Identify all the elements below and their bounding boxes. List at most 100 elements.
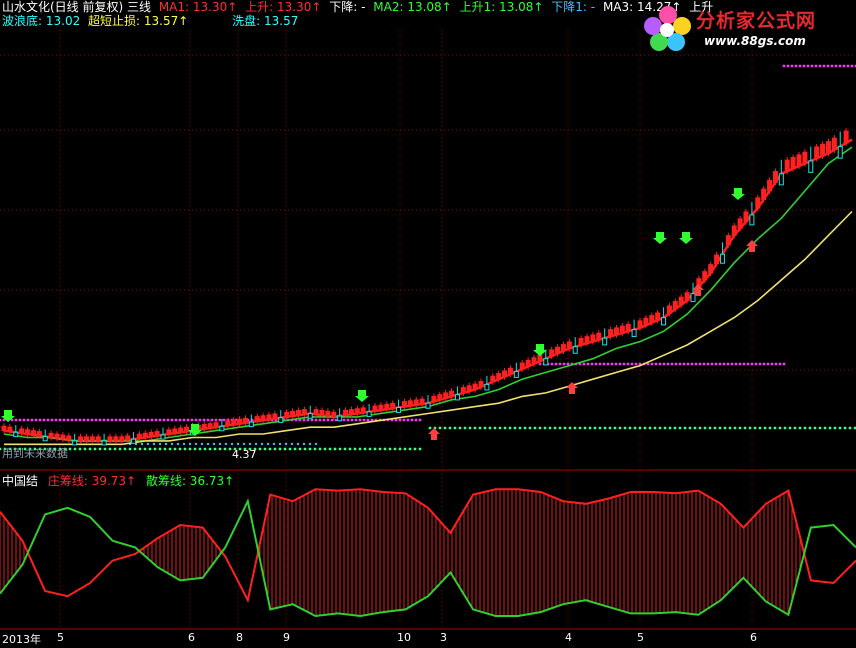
wave-dot <box>296 442 300 446</box>
support-dot <box>730 362 734 366</box>
support-dot <box>150 418 154 422</box>
washout-dot <box>373 447 377 451</box>
support-dot <box>306 418 310 422</box>
wave-dot <box>182 442 186 446</box>
support-dot <box>170 418 174 422</box>
wave-dot <box>230 442 234 446</box>
support-dot <box>86 418 90 422</box>
chart-canvas[interactable] <box>0 0 856 648</box>
support-dot <box>90 418 94 422</box>
support-dot <box>610 362 614 366</box>
candle-body <box>549 349 555 357</box>
support-dot <box>166 418 170 422</box>
candle-body <box>166 429 172 435</box>
support-dot <box>754 362 758 366</box>
washout-dot <box>548 426 552 430</box>
wave-dot <box>218 442 222 446</box>
candle-body <box>36 431 42 437</box>
support-dot <box>330 418 334 422</box>
support-dot <box>18 418 22 422</box>
support-dot <box>42 418 46 422</box>
support-dot <box>782 362 786 366</box>
wave-dot <box>314 442 318 446</box>
date-label: 8 <box>236 631 243 644</box>
washout-dot <box>623 426 627 430</box>
support-dot <box>694 362 698 366</box>
washout-dot <box>528 426 532 430</box>
washout-dot <box>648 426 652 430</box>
support-dot <box>398 418 402 422</box>
candle-body <box>584 336 590 344</box>
wave-dot <box>176 442 180 446</box>
support-dot <box>222 418 226 422</box>
candle-body <box>825 141 831 154</box>
support-dot <box>350 418 354 422</box>
washout-dot <box>328 447 332 451</box>
support-dot <box>554 362 558 366</box>
support-dot <box>814 64 818 68</box>
candle-body <box>602 337 608 346</box>
washout-dot <box>513 426 517 430</box>
support-dot <box>54 418 58 422</box>
support-dot <box>558 362 562 366</box>
washout-dot <box>368 447 372 451</box>
support-dot <box>346 418 350 422</box>
washout-dot <box>303 447 307 451</box>
washout-dot <box>78 447 82 451</box>
support-dot <box>310 418 314 422</box>
washout-dot <box>358 447 362 451</box>
washout-dot <box>333 447 337 451</box>
header-row-1: 山水文化(日线 前复权) 三线 MA1: 13.30↑ 上升: 13.30↑ 下… <box>2 0 717 14</box>
wave-dot <box>188 442 192 446</box>
washout-dot <box>603 426 607 430</box>
candle-body <box>419 398 425 405</box>
candle-body <box>478 380 484 388</box>
support-dot <box>770 362 774 366</box>
support-dot <box>762 362 766 366</box>
candle-body <box>48 432 54 438</box>
support-dot <box>50 418 54 422</box>
support-dot <box>122 418 126 422</box>
support-dot <box>178 418 182 422</box>
candle-body <box>531 357 537 365</box>
support-dot <box>354 418 358 422</box>
wave-dot <box>278 442 282 446</box>
washout-dot <box>83 447 87 451</box>
candle-body <box>843 130 849 144</box>
washout-dot <box>458 426 462 430</box>
candle-body <box>767 179 773 192</box>
support-dot <box>190 418 194 422</box>
down-arrow-icon <box>679 232 693 244</box>
washout-dot <box>363 447 367 451</box>
washout-dot <box>318 447 322 451</box>
washout-dot <box>343 447 347 451</box>
candle-body <box>525 359 531 367</box>
washout-dot <box>698 426 702 430</box>
wave-dot <box>158 442 162 446</box>
washout-dot <box>613 426 617 430</box>
support-dot <box>838 64 842 68</box>
support-dot <box>774 362 778 366</box>
candle-body <box>719 253 725 264</box>
candle-body <box>802 151 808 165</box>
candle-body <box>131 438 137 444</box>
washout-dot <box>803 426 807 430</box>
candle-body <box>678 296 684 306</box>
support-dot <box>714 362 718 366</box>
low-price-label: 4.37 <box>232 448 257 461</box>
washout-dot <box>168 447 172 451</box>
candle-body <box>295 409 301 416</box>
washout-dot <box>538 426 542 430</box>
support-dot <box>614 362 618 366</box>
candle-body <box>666 305 672 314</box>
support-dot <box>0 418 2 422</box>
candle-body <box>248 421 254 428</box>
washout-dot <box>578 426 582 430</box>
washout-dot <box>268 447 272 451</box>
washout-dot <box>703 426 707 430</box>
wave-dot <box>266 442 270 446</box>
support-dot <box>746 362 750 366</box>
washout-dot <box>568 426 572 430</box>
washout-dot <box>523 426 527 430</box>
support-dot <box>630 362 634 366</box>
